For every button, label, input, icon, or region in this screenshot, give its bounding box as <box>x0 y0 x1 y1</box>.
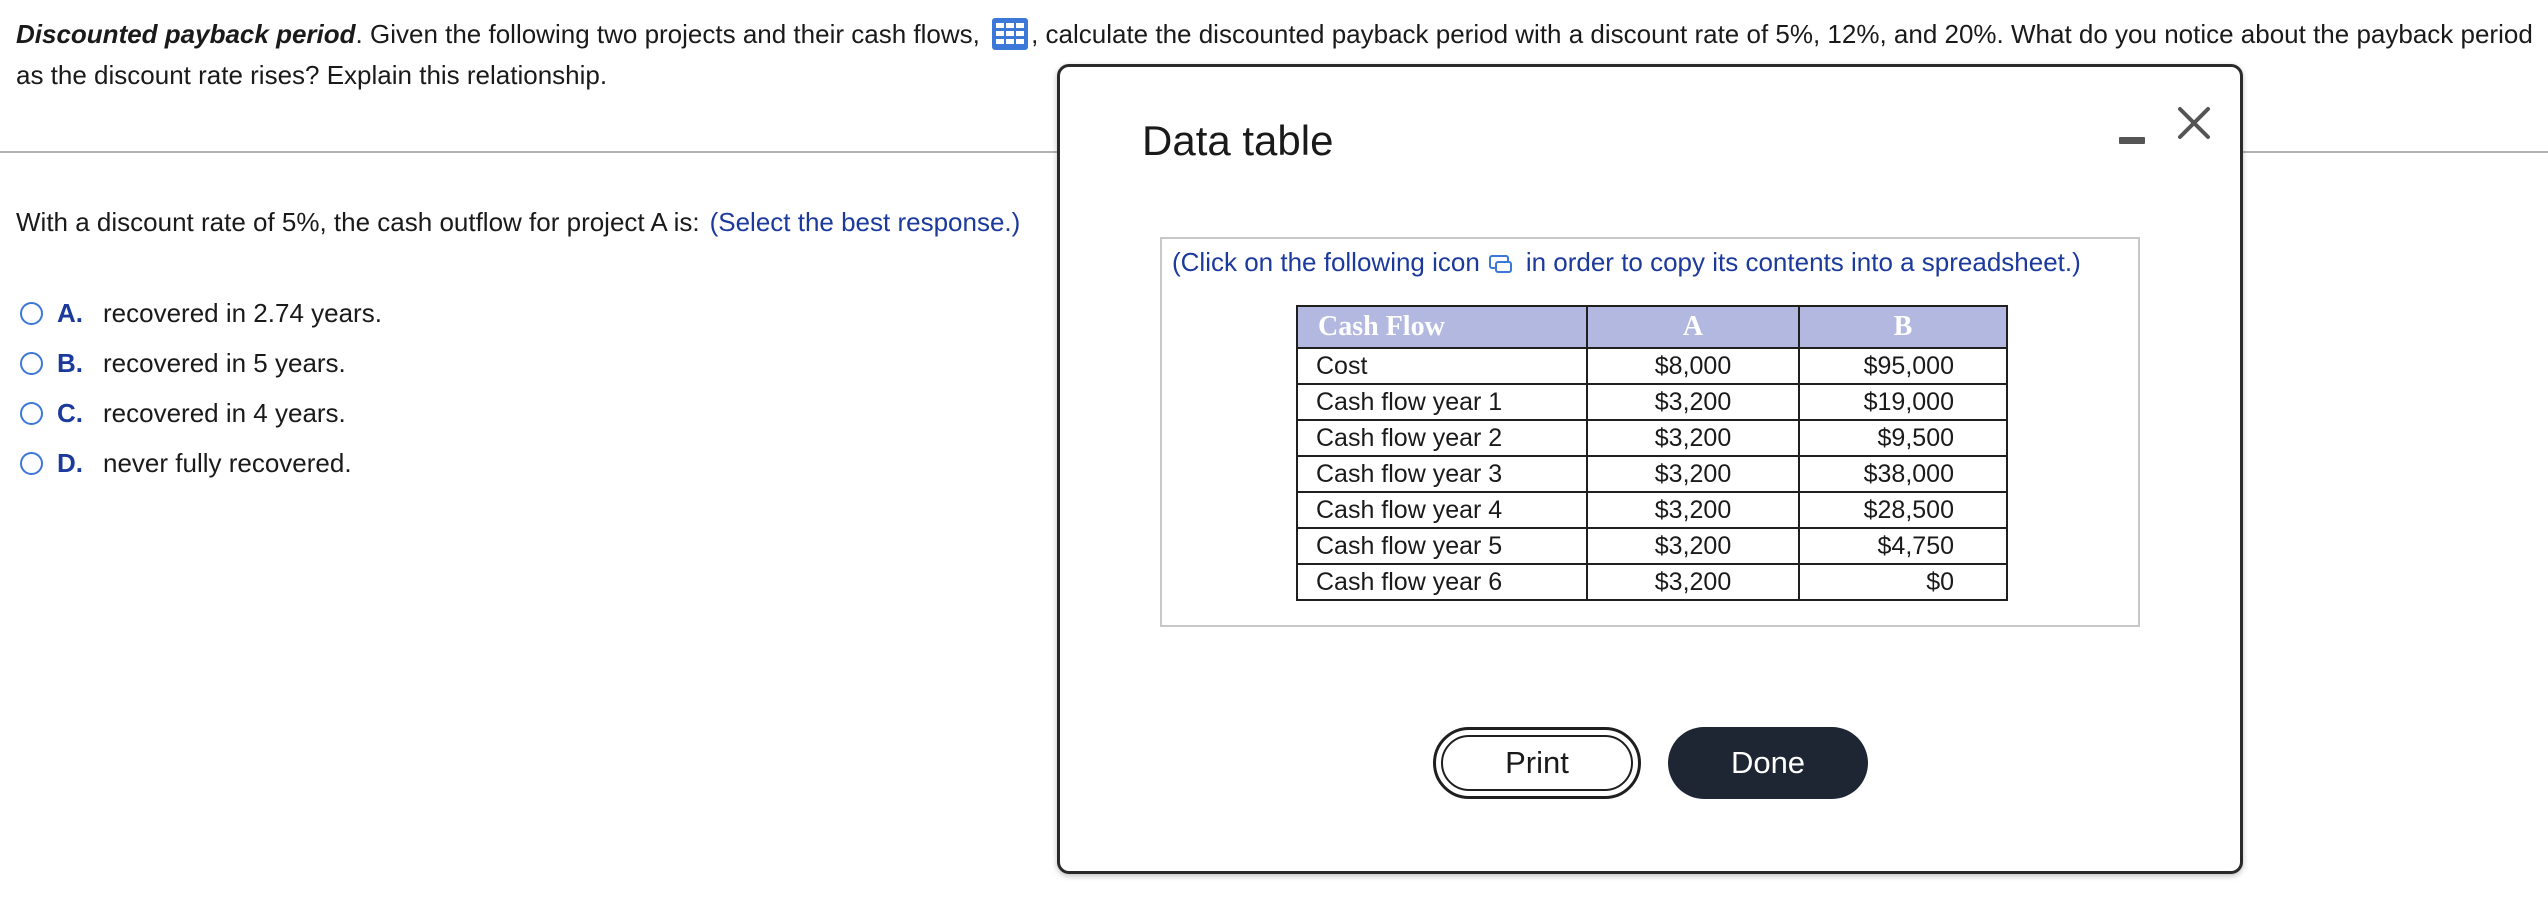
answer-prompt: With a discount rate of 5%, the cash out… <box>16 204 1020 240</box>
column-header: A <box>1586 305 1800 349</box>
option-letter: A. <box>57 297 83 328</box>
table-cell: $3,200 <box>1586 491 1800 529</box>
table-row: Cash flow year 4 $3,200 $28,500 <box>1296 491 2008 529</box>
radio-button[interactable] <box>20 401 43 425</box>
print-button-label: Print <box>1505 745 1569 780</box>
option-a[interactable]: A. recovered in 2.74 years. <box>20 288 382 338</box>
option-d[interactable]: D. never fully recovered. <box>20 438 382 488</box>
copy-instructions: (Click on the following icon in order to… <box>1172 247 2081 278</box>
option-letter: D. <box>57 447 83 478</box>
table-row: Cash flow year 5 $3,200 $4,750 <box>1296 527 2008 565</box>
table-row: Cash flow year 3 $3,200 $38,000 <box>1296 455 2008 493</box>
done-button[interactable]: Done <box>1668 727 1868 799</box>
table-cell: Cash flow year 5 <box>1296 527 1588 565</box>
dialog-title: Data table <box>1142 117 1334 164</box>
table-cell: $9,500 <box>1798 419 2008 457</box>
table-row: Cash flow year 2 $3,200 $9,500 <box>1296 419 2008 457</box>
data-table-dialog: Data table (Click on the following icon … <box>1057 64 2243 874</box>
table-cell: $95,000 <box>1798 347 2008 385</box>
data-table-panel: (Click on the following icon in order to… <box>1160 237 2140 627</box>
option-text: recovered in 4 years. <box>103 397 346 428</box>
table-header-row: Cash Flow A B <box>1296 305 2008 349</box>
close-icon[interactable] <box>2170 99 2218 147</box>
minimize-icon[interactable] <box>2116 121 2148 157</box>
table-cell: $0 <box>1798 563 2008 601</box>
table-row: Cash flow year 6 $3,200 $0 <box>1296 563 2008 601</box>
column-header: B <box>1798 305 2008 349</box>
table-row: Cost $8,000 $95,000 <box>1296 347 2008 385</box>
cash-flow-table: Cash Flow A B Cost $8,000 $95,000 Cash f… <box>1296 305 2008 601</box>
table-cell: Cash flow year 4 <box>1296 491 1588 529</box>
table-grid-icon[interactable] <box>991 17 1029 51</box>
table-row: Cash flow year 1 $3,200 $19,000 <box>1296 383 2008 421</box>
done-button-label: Done <box>1730 745 1806 780</box>
table-cell: $4,750 <box>1798 527 2008 565</box>
option-text: recovered in 2.74 years. <box>103 297 382 328</box>
radio-button[interactable] <box>20 301 43 325</box>
prompt-text: With a discount rate of 5%, the cash out… <box>16 207 700 237</box>
question-title: Discounted payback period <box>16 19 356 49</box>
table-cell: $38,000 <box>1798 455 2008 493</box>
copy-note-part-2: in order to copy its contents into a spr… <box>1525 247 2081 277</box>
table-cell: Cash flow year 6 <box>1296 563 1588 601</box>
table-cell: Cash flow year 3 <box>1296 455 1588 493</box>
option-text: never fully recovered. <box>103 447 352 478</box>
print-button[interactable]: Print <box>1433 727 1641 799</box>
column-header: Cash Flow <box>1296 305 1588 349</box>
table-cell: Cost <box>1296 347 1588 385</box>
option-text: recovered in 5 years. <box>103 347 346 378</box>
table-cell: Cash flow year 2 <box>1296 419 1588 457</box>
table-cell: $3,200 <box>1586 527 1800 565</box>
prompt-hint: (Select the best response.) <box>709 207 1021 237</box>
table-cell: $28,500 <box>1798 491 2008 529</box>
table-cell: $3,200 <box>1586 563 1800 601</box>
option-letter: C. <box>57 397 83 428</box>
option-letter: B. <box>57 347 83 378</box>
table-cell: $3,200 <box>1586 419 1800 457</box>
radio-button[interactable] <box>20 451 43 475</box>
table-cell: Cash flow year 1 <box>1296 383 1588 421</box>
option-c[interactable]: C. recovered in 4 years. <box>20 388 382 438</box>
copy-to-spreadsheet-icon[interactable] <box>1488 253 1514 275</box>
table-cell: $8,000 <box>1586 347 1800 385</box>
table-cell: $3,200 <box>1586 455 1800 493</box>
question-text-part-1: . Given the following two projects and t… <box>355 19 988 49</box>
option-b[interactable]: B. recovered in 5 years. <box>20 338 382 388</box>
table-cell: $19,000 <box>1798 383 2008 421</box>
radio-button[interactable] <box>20 351 43 375</box>
answer-options: A. recovered in 2.74 years. B. recovered… <box>20 288 382 488</box>
table-cell: $3,200 <box>1586 383 1800 421</box>
copy-note-part-1: (Click on the following icon <box>1172 247 1480 277</box>
